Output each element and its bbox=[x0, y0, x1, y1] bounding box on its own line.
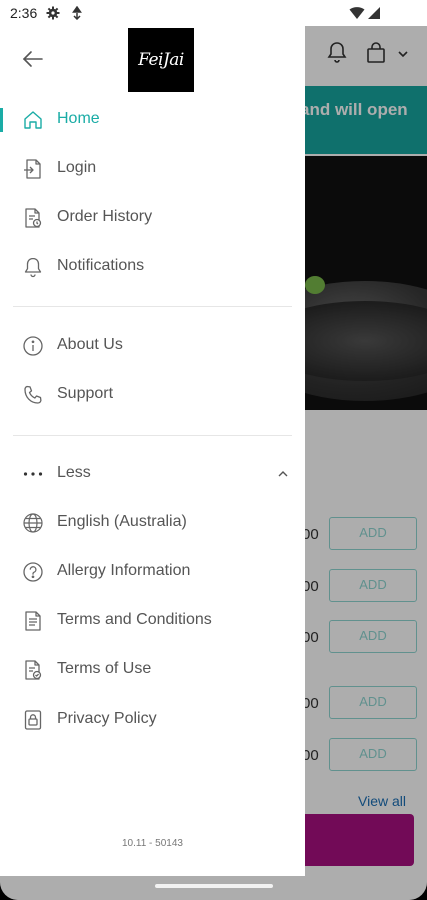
app-screen: and will open 00 ADD 00 ADD 00 ADD 00 AD… bbox=[0, 0, 427, 900]
phone-icon bbox=[24, 385, 42, 404]
menu-item-terms-of-use[interactable]: Terms of Use bbox=[0, 648, 305, 692]
signal-icon bbox=[368, 7, 380, 19]
status-bar: 2:36 bbox=[0, 0, 427, 26]
menu-item-label: About Us bbox=[57, 336, 123, 353]
menu-item-label: Login bbox=[57, 159, 97, 176]
menu-item-label: Notifications bbox=[57, 257, 145, 274]
info-icon bbox=[23, 336, 43, 356]
chevron-up-icon bbox=[278, 471, 288, 477]
menu-item-privacy-policy[interactable]: Privacy Policy bbox=[0, 698, 305, 742]
data-saver-icon bbox=[72, 6, 82, 20]
menu-item-about-us[interactable]: About Us bbox=[0, 324, 305, 368]
more-horizontal-icon bbox=[23, 472, 43, 476]
receipt-icon bbox=[25, 208, 42, 228]
menu-item-label: Allergy Information bbox=[57, 562, 191, 579]
divider bbox=[13, 435, 292, 436]
menu-item-label: English (Australia) bbox=[57, 513, 187, 530]
home-icon bbox=[24, 111, 42, 129]
menu-item-label: Privacy Policy bbox=[57, 710, 157, 727]
menu-item-label: Terms of Use bbox=[57, 660, 152, 677]
menu-item-order-history[interactable]: Order History bbox=[0, 196, 305, 240]
document-check-icon bbox=[25, 660, 42, 680]
divider bbox=[13, 306, 292, 307]
menu-item-support[interactable]: Support bbox=[0, 373, 305, 417]
menu-item-less[interactable]: Less bbox=[0, 452, 305, 496]
wifi-icon bbox=[349, 7, 365, 19]
menu-item-label: Home bbox=[57, 110, 100, 127]
menu-item-login[interactable]: Login bbox=[0, 147, 305, 191]
active-indicator bbox=[0, 108, 3, 132]
menu-item-label: Terms and Conditions bbox=[57, 611, 212, 628]
gear-icon bbox=[46, 6, 60, 20]
menu-item-label: Order History bbox=[57, 208, 153, 225]
status-time: 2:36 bbox=[10, 5, 38, 21]
app-version: 10.11 - 50143 bbox=[122, 838, 183, 849]
menu-item-language[interactable]: English (Australia) bbox=[0, 501, 305, 545]
menu-item-label: Support bbox=[57, 385, 114, 402]
menu-item-terms-and-conditions[interactable]: Terms and Conditions bbox=[0, 599, 305, 643]
bell-icon bbox=[24, 257, 42, 278]
navigation-drawer: FeiJai Home Login Order History Notifica… bbox=[0, 0, 305, 876]
menu-item-allergy-information[interactable]: Allergy Information bbox=[0, 550, 305, 594]
question-icon bbox=[23, 562, 43, 582]
globe-icon bbox=[23, 513, 43, 533]
back-arrow-icon[interactable] bbox=[18, 44, 48, 74]
home-indicator[interactable] bbox=[155, 884, 273, 888]
menu-item-home[interactable]: Home bbox=[0, 98, 305, 142]
privacy-icon bbox=[24, 710, 42, 730]
login-icon bbox=[24, 159, 41, 179]
menu-item-label: Less bbox=[57, 464, 91, 481]
logo: FeiJai bbox=[128, 28, 194, 92]
menu-item-notifications[interactable]: Notifications bbox=[0, 245, 305, 289]
document-icon bbox=[25, 611, 41, 631]
